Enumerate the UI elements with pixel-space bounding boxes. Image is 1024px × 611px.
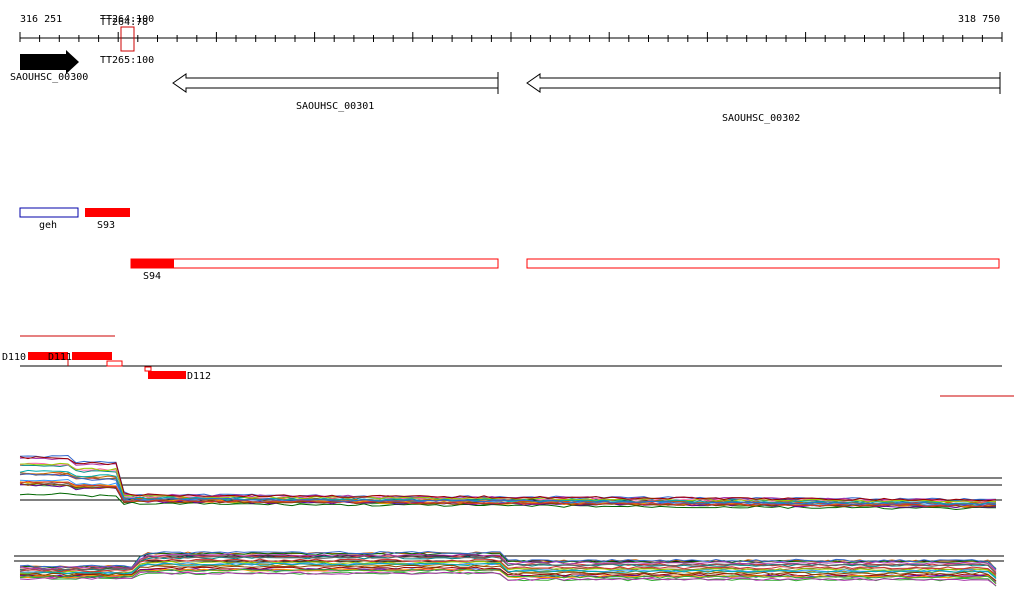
gene-track: SAOUHSC_00300 SAOUHSC_00301 SAOUHSC_0030… bbox=[10, 50, 1001, 124]
ruler: 316 251 318 750 bbox=[19, 14, 1003, 42]
gene-label-sa00301: SAOUHSC_00301 bbox=[296, 101, 374, 112]
feature-label-geh: geh bbox=[39, 220, 57, 231]
feature-track: geh S93 S94 bbox=[19, 207, 1000, 282]
feature-label-s93: S93 bbox=[97, 220, 115, 231]
expression-track-2 bbox=[14, 550, 1004, 587]
gene-label-sa00302: SAOUHSC_00302 bbox=[722, 113, 800, 124]
ruler-start-label: 316 251 bbox=[20, 14, 62, 25]
terminator-label-3: TT265:100 bbox=[100, 55, 154, 66]
feature-s94[interactable] bbox=[130, 258, 499, 269]
genome-browser-view: 316 251 318 750 TT264:100 TT264:78 TT265… bbox=[2, 14, 1014, 587]
segment-d112[interactable] bbox=[148, 371, 186, 379]
ruler-end-label: 318 750 bbox=[958, 14, 1000, 25]
segment-label-d110: D110 bbox=[2, 352, 26, 363]
segment-label-d111: D111 bbox=[48, 352, 72, 363]
terminator-marker[interactable]: TT264:100 TT264:78 TT265:100 bbox=[100, 14, 154, 66]
expression-track-1-profiles bbox=[19, 454, 997, 511]
segment-d111-tail bbox=[106, 360, 123, 367]
segment-label-d112: D112 bbox=[187, 371, 211, 382]
expression-track-1 bbox=[19, 454, 1002, 511]
gene-arrow-sa00300[interactable] bbox=[20, 50, 79, 74]
feature-s94-continuation[interactable] bbox=[526, 258, 1000, 269]
ruler-ticks bbox=[19, 32, 1003, 42]
feature-label-s94: S94 bbox=[143, 271, 161, 282]
terminator-label-2: TT264:78 bbox=[100, 17, 148, 28]
segment-d112-small bbox=[144, 366, 152, 372]
expression-profile-line bbox=[19, 456, 997, 502]
feature-s93[interactable] bbox=[85, 208, 130, 217]
feature-s94-filled bbox=[131, 259, 174, 268]
gene-label-sa00300: SAOUHSC_00300 bbox=[10, 72, 88, 83]
feature-geh[interactable] bbox=[19, 207, 79, 218]
segment-d111[interactable] bbox=[72, 352, 112, 360]
segment-track: D110 D111 D112 bbox=[2, 335, 1014, 397]
expression-profile-line bbox=[19, 462, 997, 503]
gene-arrow-sa00301[interactable] bbox=[172, 73, 499, 93]
terminator-box bbox=[120, 26, 135, 52]
expression-track-2-profiles bbox=[19, 550, 997, 587]
gene-arrow-sa00302[interactable] bbox=[526, 73, 1001, 93]
